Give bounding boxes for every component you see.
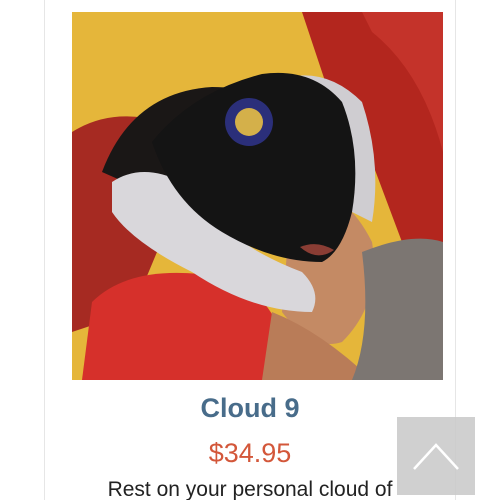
product-photo (72, 12, 443, 380)
product-image[interactable] (72, 12, 443, 380)
product-page: Cloud 9 $34.95 Rest on your personal clo… (0, 0, 500, 500)
scroll-to-top-button[interactable] (397, 417, 475, 495)
chevron-up-icon (413, 443, 459, 470)
